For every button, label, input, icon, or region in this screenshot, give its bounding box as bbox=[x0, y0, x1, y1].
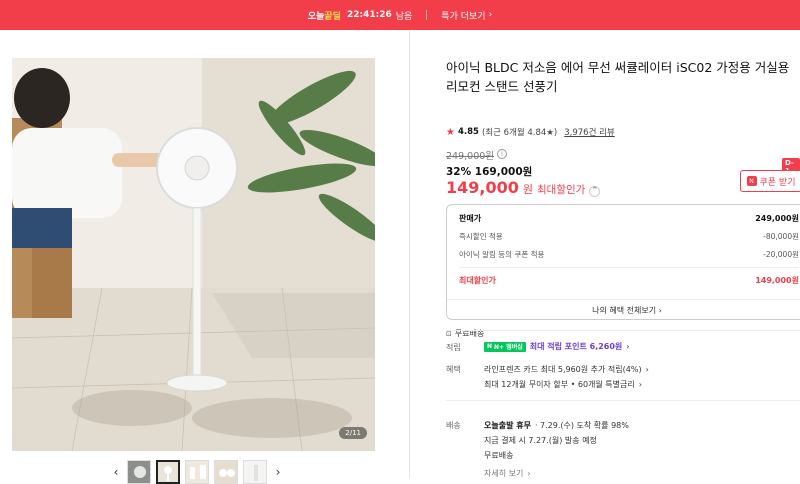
star-icon: ★ bbox=[446, 126, 455, 138]
thumbnail-active[interactable] bbox=[156, 460, 180, 484]
final-price-unit: 원 bbox=[522, 183, 533, 196]
deal-banner: 오늘끝딜 22:41:26 남음 특가 더보기 › bbox=[0, 0, 800, 30]
rating-row: ★ 4.85 (최근 6개월 4.84★) 3,976건 리뷰 bbox=[446, 126, 615, 139]
price-breakdown-box: 판매가 249,000원 즉시할인 적용 -80,000원 아이닉 알림 등의 쿠폰… bbox=[446, 204, 800, 320]
rating-score: 4.85 bbox=[457, 127, 479, 137]
chevron-up-icon[interactable]: ⌃ bbox=[589, 185, 601, 197]
price-row: 즉시할인 적용 -80,000원 bbox=[459, 232, 799, 241]
product-title: 아이닉 BLDC 저소음 에어 무선 써큘레이터 iSC02 가정용 거실용 리… bbox=[446, 60, 790, 94]
section-divider bbox=[446, 400, 800, 401]
benefit-label: 혜택 bbox=[446, 365, 461, 374]
discount-price-row: 32% 169,000원 bbox=[446, 166, 533, 178]
price-row: 판매가 249,000원 bbox=[459, 214, 799, 223]
points-label: 적립 bbox=[446, 343, 461, 352]
original-price: 249,000원 bbox=[446, 151, 495, 162]
product-gallery: 2/11 ‹ › bbox=[0, 30, 410, 484]
final-price-row: 149,000 원 최대할인가 ⌃ bbox=[446, 178, 601, 197]
chevron-right-icon: › bbox=[645, 365, 649, 374]
delivery-details-link[interactable]: 자세히 보기 › bbox=[484, 468, 531, 479]
product-info: 아이닉 BLDC 저소음 에어 무선 써큘레이터 iSC02 가정용 거실용 리… bbox=[446, 30, 800, 478]
price-row: 아이닉 알림 등의 쿠폰 적용 -20,000원 bbox=[459, 250, 799, 259]
divider bbox=[459, 267, 799, 268]
delivery-eta-row: 지금 결제 시 7.27.(월) 발송 예정 bbox=[484, 436, 597, 445]
card-benefit-row[interactable]: 라인프렌즈 카드 최대 5,960원 추가 적립(4%) › bbox=[484, 364, 649, 375]
npay-membership-badge: N N+ 멤버십 bbox=[484, 341, 526, 352]
image-counter: 2/11 bbox=[339, 427, 367, 439]
points-row[interactable]: N N+ 멤버십 최대 적립 포인트 6,260원 › bbox=[484, 341, 629, 352]
today-deal-label: 오늘끝딜 bbox=[307, 11, 341, 22]
chevron-right-icon: › bbox=[488, 10, 493, 20]
product-main-image[interactable]: 2/11 bbox=[12, 58, 375, 451]
thumbnail-strip: ‹ › bbox=[110, 460, 284, 484]
final-price: 149,000 bbox=[446, 178, 519, 197]
star-small-icon: ★ bbox=[546, 128, 554, 138]
final-price-label: 최대할인가 bbox=[537, 184, 586, 196]
deal-timer: 22:41:26 bbox=[346, 10, 392, 20]
coupon-button[interactable]: N 쿠폰 받기 bbox=[740, 170, 800, 192]
section-divider-points bbox=[446, 330, 800, 331]
review-count-link[interactable]: 3,976건 리뷰 bbox=[564, 126, 615, 138]
delivery-fee-row: 무료배송 bbox=[484, 451, 514, 460]
more-deals-link[interactable]: 특가 더보기 › bbox=[441, 9, 492, 22]
remaining-label: 남음 bbox=[395, 11, 413, 22]
view-all-benefits-link[interactable]: 나의 혜택 전체보기 › bbox=[447, 299, 800, 321]
chevron-right-icon: › bbox=[626, 342, 630, 351]
thumbnail[interactable] bbox=[127, 460, 151, 484]
price-row: 최대할인가 149,000원 bbox=[459, 276, 799, 285]
recent-rating: (최근 6개월 4.84★) bbox=[481, 128, 558, 138]
thumbnail[interactable] bbox=[243, 460, 267, 484]
info-icon[interactable]: i bbox=[497, 149, 507, 159]
delivery-label: 배송 bbox=[446, 421, 461, 430]
coupon-icon: N bbox=[746, 176, 757, 186]
chevron-right-icon: › bbox=[527, 469, 531, 478]
thumb-prev-icon[interactable]: ‹ bbox=[110, 465, 122, 479]
chevron-right-icon: › bbox=[638, 380, 642, 389]
installment-row[interactable]: 최대 12개월 무이자 할부 • 60개월 특별금리 › bbox=[484, 379, 642, 390]
chevron-right-icon: › bbox=[658, 306, 662, 315]
delivery-status-row: 오늘출발 휴무 · 7.29.(수) 도착 확률 98% bbox=[484, 421, 629, 430]
thumbnail[interactable] bbox=[185, 460, 209, 484]
thumb-next-icon[interactable]: › bbox=[272, 465, 284, 479]
product-photo bbox=[12, 58, 375, 451]
divider bbox=[426, 10, 428, 20]
thumbnail[interactable] bbox=[214, 460, 238, 484]
